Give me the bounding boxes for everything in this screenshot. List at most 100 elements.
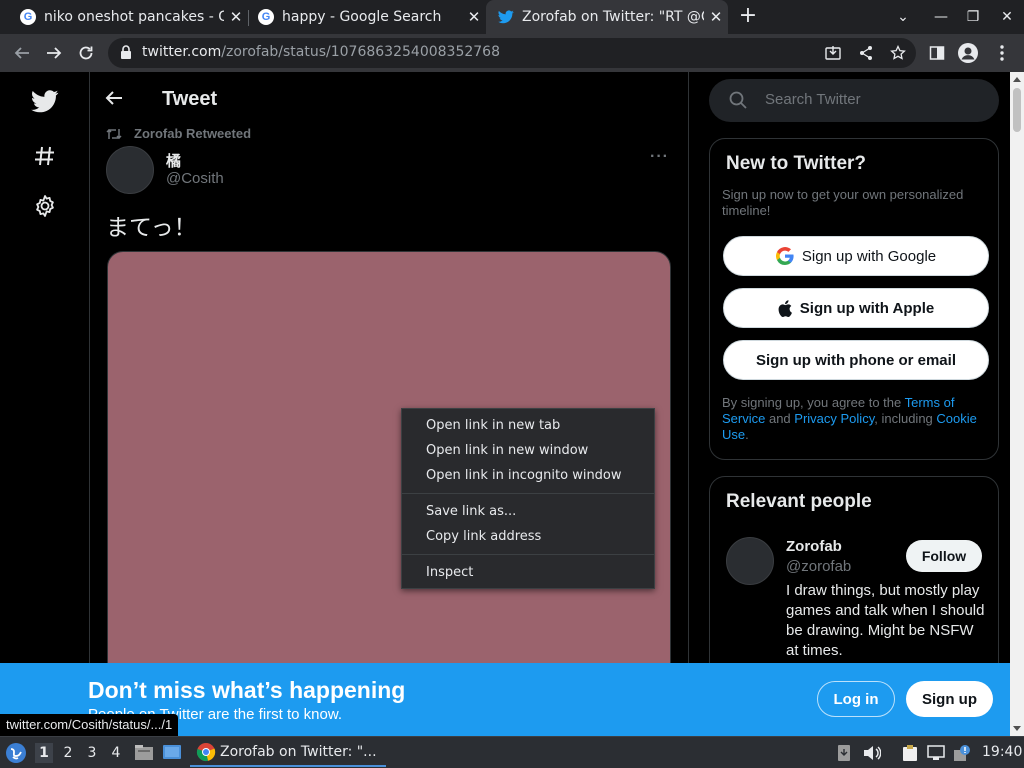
tab-happy-search[interactable]: G happy - Google Search ✕ [238,0,486,34]
relevant-person-handle[interactable]: @zorofab [786,558,851,575]
tab-title: niko oneshot pancakes - G [44,9,224,25]
new-to-twitter-title: New to Twitter? [726,153,867,174]
share-icon[interactable] [856,43,876,63]
retweet-icon [106,126,122,145]
clipboard-icon[interactable] [900,743,920,763]
minimize-window-button[interactable]: — [926,0,956,34]
close-tab-icon[interactable]: ✕ [462,8,486,26]
scroll-down-arrow-icon[interactable] [1013,726,1021,731]
left-nav [0,72,90,736]
kebab-menu-icon[interactable] [992,43,1012,63]
arrow-right-icon [47,47,62,59]
forward-button[interactable] [39,34,69,72]
page-title: Tweet [162,88,218,110]
browser-toolbar: twitter.com/zorofab/status/1076863254008… [0,34,1024,72]
privacy-link[interactable]: Privacy Policy [794,411,874,426]
network-icon[interactable] [926,743,946,763]
search-box[interactable]: Search Twitter [709,79,999,122]
menu-separator [402,554,654,555]
clock: 19:40 [982,744,1023,760]
author-display-name[interactable]: 橘 [166,150,181,171]
reload-button[interactable] [71,34,101,72]
workspace-2[interactable]: 2 [59,743,77,763]
side-panel-icon[interactable] [927,43,947,63]
arrow-left-icon [14,47,29,59]
context-menu: Open link in new tab Open link in new wi… [401,408,655,589]
relevant-person-bio: I draw things, but mostly play games and… [786,582,985,659]
close-window-button[interactable]: ✕ [992,0,1022,34]
twitter-page: Tweet Zorofab Retweeted 橘 @Cosith ··· まて… [0,72,1010,736]
author-avatar[interactable] [106,146,154,194]
bookmark-star-icon[interactable] [888,43,908,63]
twitter-icon [498,9,514,25]
link-status-bubble: twitter.com/Cosith/status/.../1 [0,714,179,736]
install-app-icon[interactable] [823,43,843,63]
close-tab-icon[interactable]: ✕ [704,8,728,26]
signup-button[interactable]: Sign up [906,681,993,717]
taskbar-task-title: Zorofab on Twitter: "... [220,744,377,760]
google-icon: G [258,9,274,25]
profile-avatar-icon[interactable] [958,43,978,63]
menu-open-new-window[interactable]: Open link in new window [402,438,654,463]
signup-phone-email-button[interactable]: Sign up with phone or email [723,340,989,380]
scrollbar-thumb[interactable] [1013,88,1021,132]
menu-separator [402,493,654,494]
search-placeholder: Search Twitter [765,91,861,108]
back-arrow-icon[interactable] [104,88,128,112]
zorofab-avatar[interactable] [726,537,774,585]
follow-button[interactable]: Follow [906,540,982,572]
google-logo-icon [775,247,794,265]
workspace-3[interactable]: 3 [83,743,101,763]
taskbar-chrome-window[interactable]: Zorofab on Twitter: "... [190,739,386,767]
desktop-show-icon[interactable] [162,742,182,762]
tab-zorofab-twitter[interactable]: Zorofab on Twitter: "RT @C ✕ [486,0,728,34]
twitter-logo-icon[interactable] [28,84,62,118]
browser-tab-strip: G niko oneshot pancakes - G ✕ G happy - … [0,0,1024,34]
chrome-icon [196,742,216,762]
tray-storage-icon[interactable] [834,743,854,763]
retweeted-by-label[interactable]: Zorofab Retweeted [134,126,251,141]
menu-save-link-as[interactable]: Save link as... [402,499,654,524]
tab-search-chevron-icon[interactable]: ⌄ [888,0,918,34]
signup-subtitle: Sign up now to get your own personalized… [722,187,964,218]
back-button[interactable] [7,34,37,72]
settings-gear-icon[interactable] [28,189,62,223]
workspace-1[interactable]: 1 [35,743,53,763]
page-scrollbar[interactable] [1010,72,1024,736]
signup-apple-label: Sign up with Apple [799,299,935,317]
start-menu-icon[interactable] [4,741,28,765]
apple-logo-icon [778,299,792,317]
column-divider [688,72,689,736]
relevant-person-name[interactable]: Zorofab [786,538,842,555]
reload-icon [79,46,93,60]
url-text: twitter.com/zorofab/status/1076863254008… [142,44,500,60]
menu-open-incognito[interactable]: Open link in incognito window [402,463,654,488]
author-handle[interactable]: @Cosith [166,170,224,187]
login-button[interactable]: Log in [817,681,895,717]
file-manager-icon[interactable] [134,742,154,762]
menu-inspect[interactable]: Inspect [402,560,654,585]
restore-window-button[interactable]: ❐ [958,0,988,34]
volume-icon[interactable] [862,743,882,763]
signup-google-label: Sign up with Google [801,247,937,265]
new-to-twitter-card: New to Twitter? Sign up now to get your … [709,138,999,460]
workspace-4[interactable]: 4 [107,743,125,763]
signup-phone-label: Sign up with phone or email [755,351,956,369]
update-notifier-icon[interactable] [952,743,972,763]
signup-apple-button[interactable]: Sign up with Apple [723,288,989,328]
tab-niko-pancakes[interactable]: G niko oneshot pancakes - G ✕ [0,0,248,34]
tab-title: happy - Google Search [282,9,442,25]
scroll-up-arrow-icon[interactable] [1013,77,1021,82]
menu-copy-link-address[interactable]: Copy link address [402,524,654,549]
os-taskbar: 1 2 3 4 Zorofab on Twitter: "... 19:40 [0,736,1024,768]
more-options-icon[interactable]: ··· [650,148,669,166]
tab-title: Zorofab on Twitter: "RT @C [522,9,704,25]
new-tab-button[interactable]: + [736,0,760,34]
address-bar[interactable]: twitter.com/zorofab/status/1076863254008… [108,38,916,68]
explore-hashtag-icon[interactable] [28,139,62,173]
menu-open-new-tab[interactable]: Open link in new tab [402,413,654,438]
signup-google-button[interactable]: Sign up with Google [723,236,989,276]
column-divider [89,72,90,736]
search-icon [729,91,747,113]
legal-text: By signing up, you agree to the Terms of… [722,395,977,442]
